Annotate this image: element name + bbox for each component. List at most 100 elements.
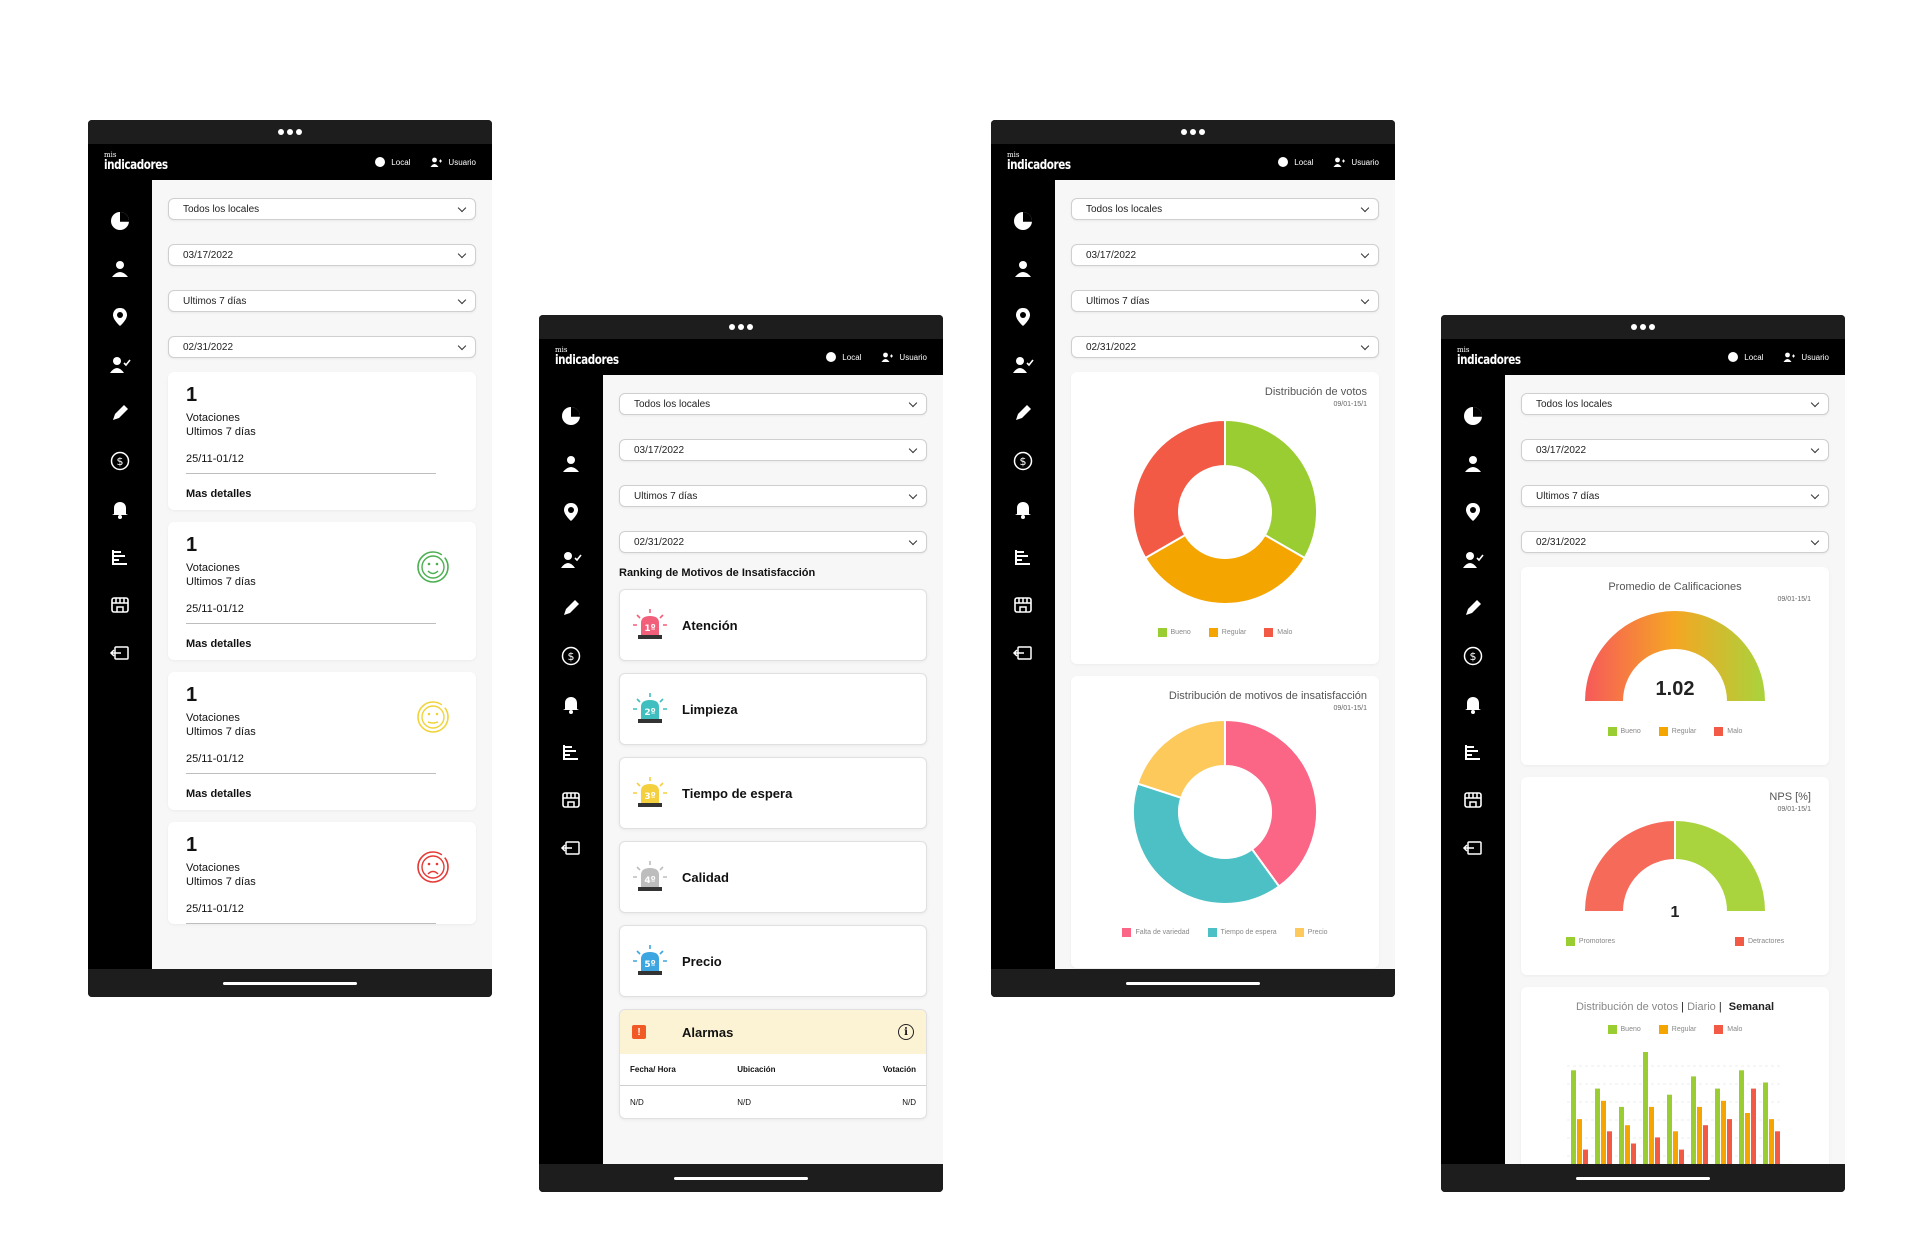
local-selector[interactable]: Local xyxy=(826,352,861,362)
tab-daily[interactable]: Diario xyxy=(1687,1001,1716,1013)
sidebar-pie-chart-icon[interactable] xyxy=(560,405,582,427)
bar-bueno xyxy=(1619,1106,1624,1164)
legend-item: Tiempo de espera xyxy=(1207,928,1277,937)
more-dots-icon[interactable] xyxy=(1631,324,1655,330)
sidebar-dollar-icon[interactable]: $ xyxy=(109,450,131,472)
sidebar-pen-icon[interactable] xyxy=(560,597,582,619)
sidebar-ranking-list-icon[interactable] xyxy=(1462,741,1484,763)
sidebar-store-icon[interactable] xyxy=(1462,789,1484,811)
sidebar-bell-icon[interactable] xyxy=(560,693,582,715)
date-from-select[interactable]: 03/17/2022 xyxy=(619,439,927,461)
brand-logo[interactable]: mis indicadores xyxy=(1457,347,1537,368)
sidebar-pie-chart-icon[interactable] xyxy=(1462,405,1484,427)
more-details-link[interactable]: Mas detalles xyxy=(186,788,458,800)
siren-icon: 2º xyxy=(633,693,667,723)
sidebar-pen-icon[interactable] xyxy=(1012,402,1034,424)
nps-gauge-chart: 1 xyxy=(1585,821,1765,921)
sidebar-bell-icon[interactable] xyxy=(109,498,131,520)
sidebar-location-pin-icon[interactable] xyxy=(560,501,582,523)
bar-bueno xyxy=(1643,1052,1648,1164)
sidebar-pie-chart-icon[interactable] xyxy=(1012,210,1034,232)
range-select[interactable]: Ultimos 7 días xyxy=(619,485,927,507)
sidebar-user-icon[interactable] xyxy=(109,258,131,280)
locales-select[interactable]: Todos los locales xyxy=(1071,198,1379,220)
sidebar-bell-icon[interactable] xyxy=(1462,693,1484,715)
date-to-select[interactable]: 02/31/2022 xyxy=(1521,531,1829,553)
more-dots-icon[interactable] xyxy=(278,129,302,135)
sidebar-logout-icon[interactable] xyxy=(109,642,131,664)
more-details-link[interactable]: Mas detalles xyxy=(186,488,458,500)
range-select[interactable]: Ultimos 7 días xyxy=(1521,485,1829,507)
sidebar-ranking-list-icon[interactable] xyxy=(560,741,582,763)
more-dots-icon[interactable] xyxy=(1181,129,1205,135)
brand-logo[interactable]: mis indicadores xyxy=(555,347,635,368)
ranking-item[interactable]: 5º Precio xyxy=(619,925,927,997)
app-header: mis indicadores Local Usuario xyxy=(88,144,492,180)
ranking-item[interactable]: 1º Atención xyxy=(619,589,927,661)
sidebar-pen-icon[interactable] xyxy=(109,402,131,424)
sidebar-user-icon[interactable] xyxy=(560,453,582,475)
sidebar-logout-icon[interactable] xyxy=(1462,837,1484,859)
table-row: N/D N/D N/D xyxy=(630,1097,916,1107)
sidebar-store-icon[interactable] xyxy=(109,594,131,616)
ranking-item[interactable]: 2º Limpieza xyxy=(619,673,927,745)
info-icon[interactable]: i xyxy=(898,1024,914,1040)
sidebar-pen-icon[interactable] xyxy=(1462,597,1484,619)
sidebar-user-check-icon[interactable] xyxy=(1012,354,1034,376)
local-selector[interactable]: Local xyxy=(1278,157,1313,167)
date-to-select[interactable]: 02/31/2022 xyxy=(619,531,927,553)
sidebar-store-icon[interactable] xyxy=(560,789,582,811)
more-dots-icon[interactable] xyxy=(729,324,753,330)
sidebar-user-check-icon[interactable] xyxy=(560,549,582,571)
tab-weekly[interactable]: Semanal xyxy=(1729,1001,1774,1013)
sidebar-user-icon[interactable] xyxy=(1012,258,1034,280)
date-from-select[interactable]: 03/17/2022 xyxy=(1521,439,1829,461)
sidebar-nav: $ xyxy=(539,375,603,1164)
sidebar-bell-icon[interactable] xyxy=(1012,498,1034,520)
chart-title: Distribución de votos | Diario | Semanal xyxy=(1575,1001,1775,1013)
ranking-item[interactable]: 4º Calidad xyxy=(619,841,927,913)
column-header: Ubicación xyxy=(737,1065,776,1074)
range-select[interactable]: Ultimos 7 días xyxy=(168,290,476,312)
brand-logo[interactable]: mis indicadores xyxy=(1007,152,1087,173)
pie-chart-icon xyxy=(111,212,129,230)
locales-select[interactable]: Todos los locales xyxy=(1521,393,1829,415)
logout-icon xyxy=(1012,646,1032,660)
sidebar-ranking-list-icon[interactable] xyxy=(1012,546,1034,568)
date-to-select[interactable]: 02/31/2022 xyxy=(1071,336,1379,358)
sidebar-ranking-list-icon[interactable] xyxy=(109,546,131,568)
chart-subtitle: 09/01-15/1 xyxy=(1777,806,1811,813)
local-selector[interactable]: Local xyxy=(375,157,410,167)
sidebar-location-pin-icon[interactable] xyxy=(109,306,131,328)
more-details-link[interactable]: Mas detalles xyxy=(186,638,458,650)
date-from-select[interactable]: 03/17/2022 xyxy=(168,244,476,266)
sidebar-dollar-icon[interactable]: $ xyxy=(1462,645,1484,667)
date-from-select[interactable]: 03/17/2022 xyxy=(1071,244,1379,266)
sidebar-dollar-icon[interactable]: $ xyxy=(560,645,582,667)
store-icon xyxy=(1464,792,1482,808)
user-menu[interactable]: Usuario xyxy=(1333,157,1379,167)
range-select[interactable]: Ultimos 7 días xyxy=(1071,290,1379,312)
sidebar-location-pin-icon[interactable] xyxy=(1462,501,1484,523)
chart-title: Distribución de votos xyxy=(1264,386,1367,398)
user-menu[interactable]: Usuario xyxy=(1783,352,1829,362)
sidebar-dollar-icon[interactable]: $ xyxy=(1012,450,1034,472)
brand-logo[interactable]: mis indicadores xyxy=(104,152,184,173)
user-menu[interactable]: Usuario xyxy=(430,157,476,167)
sidebar-pie-chart-icon[interactable] xyxy=(109,210,131,232)
sidebar-logout-icon[interactable] xyxy=(1012,642,1034,664)
locales-select[interactable]: Todos los locales xyxy=(168,198,476,220)
local-selector[interactable]: Local xyxy=(1728,352,1763,362)
sidebar-user-check-icon[interactable] xyxy=(1462,549,1484,571)
user-menu[interactable]: Usuario xyxy=(881,352,927,362)
date-to-select[interactable]: 02/31/2022 xyxy=(168,336,476,358)
column-header: Fecha/ Hora xyxy=(630,1065,676,1074)
nps-card: NPS [%] 09/01-15/1 1 Promotores Detractor… xyxy=(1521,777,1829,975)
sidebar-user-icon[interactable] xyxy=(1462,453,1484,475)
sidebar-logout-icon[interactable] xyxy=(560,837,582,859)
sidebar-store-icon[interactable] xyxy=(1012,594,1034,616)
sidebar-user-check-icon[interactable] xyxy=(109,354,131,376)
ranking-item[interactable]: 3º Tiempo de espera xyxy=(619,757,927,829)
sidebar-location-pin-icon[interactable] xyxy=(1012,306,1034,328)
locales-select[interactable]: Todos los locales xyxy=(619,393,927,415)
